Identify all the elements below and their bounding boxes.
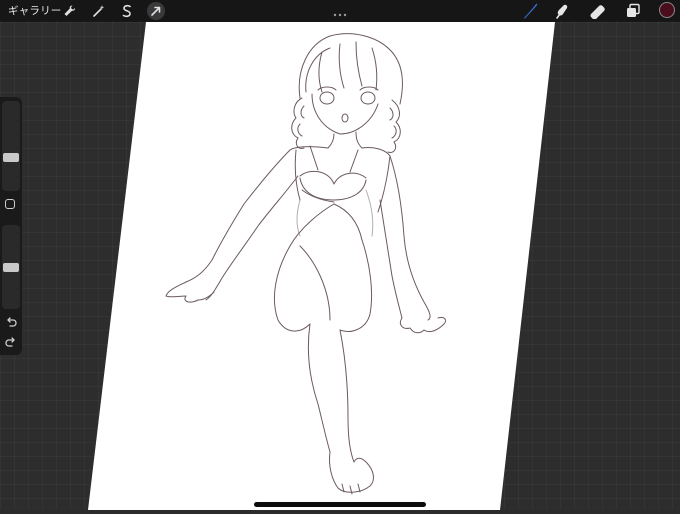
redo-icon[interactable]	[4, 335, 18, 349]
gallery-button[interactable]: ギャラリー	[8, 3, 62, 19]
canvas-paper	[88, 22, 555, 510]
undo-icon[interactable]	[4, 315, 18, 329]
opacity-slider-thumb[interactable]	[3, 263, 19, 272]
eraser-icon[interactable]	[588, 1, 608, 21]
home-indicator[interactable]	[254, 502, 426, 507]
color-picker-swatch[interactable]	[659, 2, 675, 18]
magic-wand-icon[interactable]	[90, 2, 108, 20]
artwork-svg[interactable]	[0, 0, 680, 510]
layers-icon[interactable]	[623, 1, 643, 21]
brush-size-slider[interactable]	[2, 101, 20, 191]
brush-size-slider-thumb[interactable]	[3, 153, 19, 162]
drag-handle-icon[interactable]	[333, 3, 347, 17]
left-sidebar	[0, 97, 22, 355]
transform-arrow-icon[interactable]	[147, 2, 165, 20]
top-toolbar: ギャラリー	[0, 0, 680, 22]
wrench-icon[interactable]	[61, 2, 79, 20]
smudge-icon[interactable]	[553, 1, 573, 21]
brush-icon[interactable]	[520, 1, 540, 21]
drawing-canvas[interactable]	[0, 0, 680, 510]
modify-square-icon[interactable]	[5, 199, 15, 209]
selection-s-icon[interactable]	[118, 2, 136, 20]
opacity-slider[interactable]	[2, 225, 20, 309]
